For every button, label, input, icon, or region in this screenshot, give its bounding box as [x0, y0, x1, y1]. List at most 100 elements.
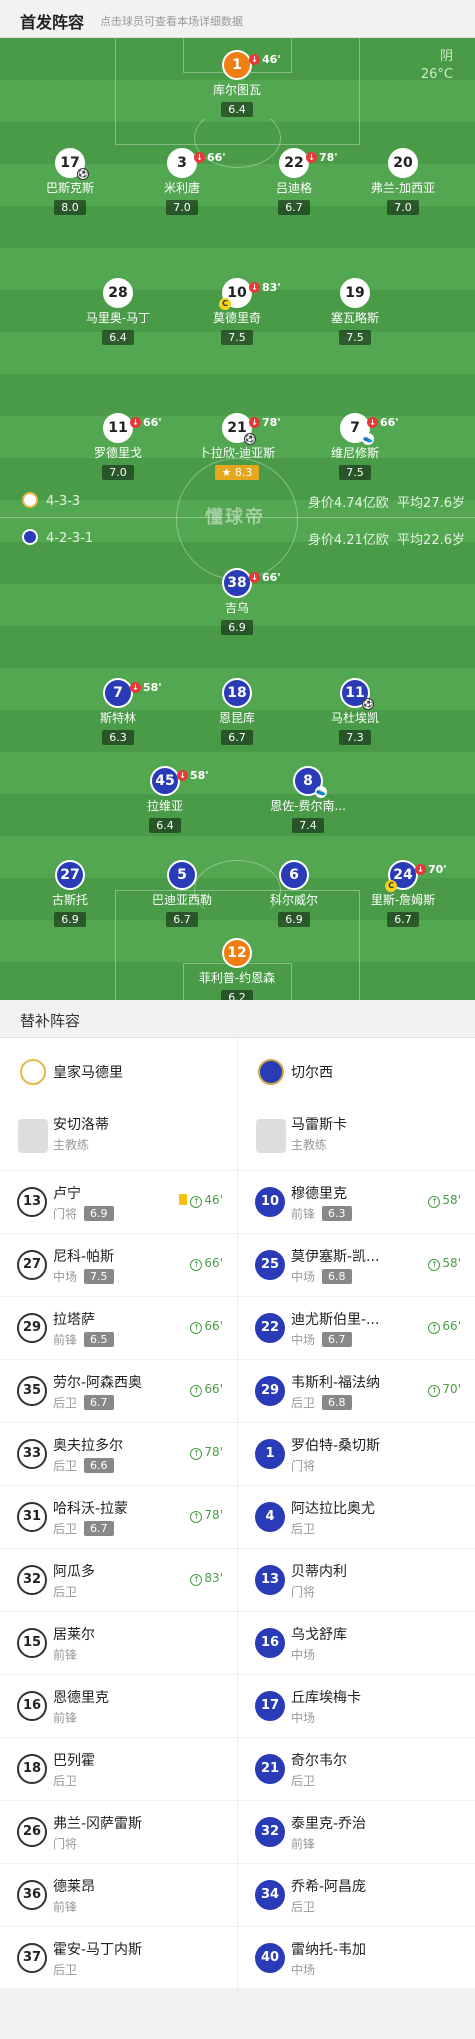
- pitch-player[interactable]: 22 ↓ 78' 吕迪格 6.7: [234, 148, 354, 215]
- away-team-row[interactable]: 切尔西: [238, 1038, 475, 1104]
- sub-player-row[interactable]: 32 泰里克-乔治 前锋: [238, 1800, 475, 1863]
- sub-player-row[interactable]: 21 奇尔韦尔 后卫: [238, 1737, 475, 1800]
- lineup-header: 首发阵容 点击球员可查看本场详细数据: [0, 0, 475, 38]
- player-rating-value: 8.3: [234, 466, 253, 479]
- pitch-player[interactable]: 18 恩昆库 6.7: [177, 678, 297, 745]
- pitch-player[interactable]: 19 塞瓦略斯 7.5: [295, 278, 415, 345]
- player-number-text: 27: [60, 867, 80, 883]
- pitch-player[interactable]: 11 ↓ 66' 罗德里戈 7.0: [58, 413, 178, 480]
- sub-player-row[interactable]: 17 丘库埃梅卡 中场: [238, 1674, 475, 1737]
- pitch-player[interactable]: 38 ↓ 66' 吉乌 6.9: [177, 568, 297, 635]
- pitch-player[interactable]: 10 ↓ 83' C 莫德里奇 7.5: [177, 278, 297, 345]
- sub-player-row[interactable]: 34 乔希-阿昌庞 后卫: [238, 1863, 475, 1926]
- sub-rating: 6.5: [84, 1332, 114, 1347]
- sub-player-row[interactable]: 27 尼科-帕斯 中场 7.5 ↑ 66': [0, 1233, 237, 1296]
- player-number: 20: [388, 148, 418, 178]
- sub-player-row[interactable]: 37 霍安-马丁内斯 后卫: [0, 1926, 237, 1989]
- pitch-player[interactable]: 1 ↓ 46' 库尔图瓦 6.4: [177, 50, 297, 117]
- pitch-player[interactable]: 27 古斯托 6.9: [10, 860, 130, 927]
- pitch-player[interactable]: 20 弗兰-加西亚 7.0: [343, 148, 463, 215]
- player-rating-value: 6.9: [228, 621, 246, 634]
- sub-position: 中场: [291, 1711, 316, 1725]
- away-coach-row[interactable]: 马雷斯卡 主教练: [238, 1104, 475, 1170]
- player-name: 弗兰-加西亚: [370, 181, 436, 195]
- best-player-star-icon: ★: [221, 466, 235, 479]
- pitch-player[interactable]: 7 ↓ 66' 👟 维尼修斯 7.5: [295, 413, 415, 480]
- pitch-player[interactable]: 17 ⚽ 巴斯克斯 8.0: [10, 148, 130, 215]
- sub-player-row[interactable]: 33 奥夫拉多尔 后卫 6.6 ↑ 78': [0, 1422, 237, 1485]
- coach-avatar: [18, 1119, 48, 1153]
- sub-player-row[interactable]: 16 恩德里克 前锋: [0, 1674, 237, 1737]
- pitch-player[interactable]: 21 ↓ 78' ⚽ 卜拉欣-迪亚斯 ★ 8.3: [177, 413, 297, 480]
- sub-player-row[interactable]: 29 韦斯利-福法纳 后卫 6.8 ↑ 70': [238, 1359, 475, 1422]
- pitch-player[interactable]: 8 👟 恩佐-费尔南... 7.4: [248, 766, 368, 833]
- pitch-player[interactable]: 5 巴迪亚西勒 6.7: [122, 860, 242, 927]
- pitch-player[interactable]: 11 ⚽ 马杜埃凯 7.3: [295, 678, 415, 745]
- sub-player-row[interactable]: 1 罗伯特-桑切斯 门将: [238, 1422, 475, 1485]
- sub-player-row[interactable]: 35 劳尔-阿森西奥 后卫 6.7 ↑ 66': [0, 1359, 237, 1422]
- home-team-row[interactable]: 皇家马德里: [0, 1038, 237, 1104]
- sub-player-row[interactable]: 26 弗兰-冈萨雷斯 门将: [0, 1800, 237, 1863]
- player-name: 恩佐-费尔南...: [270, 799, 346, 813]
- pitch-player[interactable]: 7 ↓ 58' 斯特林 6.3: [58, 678, 178, 745]
- player-number-text: 45: [155, 773, 175, 789]
- player-rating: 6.7: [387, 912, 419, 927]
- pitch-player[interactable]: 3 ↓ 66' 米利唐 7.0: [122, 148, 242, 215]
- sub-player-row[interactable]: 36 德莱昂 前锋: [0, 1863, 237, 1926]
- sub-player-row[interactable]: 4 阿达拉比奥尤 后卫: [238, 1485, 475, 1548]
- away-team-value: 身价4.21亿欧 平均22.6岁: [307, 533, 465, 548]
- sub-name: 雷纳托-韦加: [291, 1942, 367, 1958]
- pitch-player[interactable]: 24 ↓ 70' C 里斯-詹姆斯 6.7: [343, 860, 463, 927]
- pitch-player[interactable]: 6 科尔威尔 6.9: [234, 860, 354, 927]
- sub-off-icon: ↓: [130, 417, 141, 428]
- pitch-player[interactable]: 28 马里奥-马丁 6.4: [58, 278, 178, 345]
- player-number: 17 ⚽: [55, 148, 89, 180]
- sub-player-row[interactable]: 25 莫伊塞斯-凯... 中场 6.8 ↑ 58': [238, 1233, 475, 1296]
- sub-on-text: 66': [204, 1319, 223, 1333]
- player-number-text: 7: [350, 420, 360, 436]
- pitch-player[interactable]: 45 ↓ 58' 拉维亚 6.4: [105, 766, 225, 833]
- sub-number: 25: [255, 1250, 285, 1280]
- sub-on-icon: ↑: [190, 1196, 203, 1208]
- chelsea-crest-icon: [22, 529, 38, 545]
- player-rating-value: 6.7: [285, 201, 303, 214]
- sub-player-row[interactable]: 22 迪尤斯伯里-... 中场 6.7 ↑ 66': [238, 1296, 475, 1359]
- sub-player-row[interactable]: 16 乌戈舒库 中场: [238, 1611, 475, 1674]
- goal-ball-icon: ⚽: [77, 168, 89, 180]
- sub-player-row[interactable]: 18 巴列霍 后卫: [0, 1737, 237, 1800]
- sub-number: 26: [17, 1817, 47, 1847]
- sub-on-text: 83': [204, 1571, 223, 1585]
- sub-player-row[interactable]: 15 居莱尔 前锋: [0, 1611, 237, 1674]
- player-number: 21 ↓ 78' ⚽: [222, 413, 281, 445]
- sub-on-icon: ↑: [428, 1322, 441, 1334]
- sub-on-time: ↑ 66': [190, 1319, 223, 1334]
- sub-off-icon: ↓: [194, 152, 205, 163]
- sub-off-text: 78': [262, 416, 281, 429]
- sub-player-row[interactable]: 13 卢宁 门将 6.9 ↑ 46': [0, 1170, 237, 1233]
- sub-off-text: 70': [428, 863, 447, 876]
- goal-ball-icon: ⚽: [244, 433, 256, 445]
- weather-condition: 阴: [439, 49, 453, 64]
- sub-off-text: 58': [143, 681, 162, 694]
- pitch-player[interactable]: 12 菲利普-约恩森 6.2: [177, 938, 297, 1000]
- home-coach-row[interactable]: 安切洛蒂 主教练: [0, 1104, 237, 1170]
- sub-player-row[interactable]: 10 穆德里克 前锋 6.3 ↑ 58': [238, 1170, 475, 1233]
- sub-on-time: ↑ 46': [190, 1193, 223, 1208]
- sub-name: 拉塔萨: [53, 1312, 95, 1328]
- sub-number: 29: [17, 1313, 47, 1343]
- sub-player-row[interactable]: 32 阿瓜多 后卫 ↑ 83': [0, 1548, 237, 1611]
- player-number: 28: [103, 278, 133, 308]
- home-team-value: 身价4.74亿欧 平均27.6岁: [307, 496, 465, 511]
- sub-player-row[interactable]: 31 哈科沃-拉蒙 后卫 6.7 ↑ 78': [0, 1485, 237, 1548]
- sub-off-time: ↓ 66': [367, 410, 399, 436]
- lineup-title: 首发阵容: [20, 13, 85, 32]
- sub-rating: 6.9: [84, 1206, 114, 1221]
- sub-player-row[interactable]: 40 雷纳托-韦加 中场: [238, 1926, 475, 1989]
- player-number-text: 20: [393, 155, 413, 171]
- sub-player-row[interactable]: 29 拉塔萨 前锋 6.5 ↑ 66': [0, 1296, 237, 1359]
- sub-on-text: 58': [442, 1256, 461, 1270]
- sub-player-row[interactable]: 13 贝蒂内利 门将: [238, 1548, 475, 1611]
- sub-number: 16: [255, 1628, 285, 1658]
- player-rating: 6.9: [221, 620, 253, 635]
- player-number-text: 19: [345, 285, 365, 301]
